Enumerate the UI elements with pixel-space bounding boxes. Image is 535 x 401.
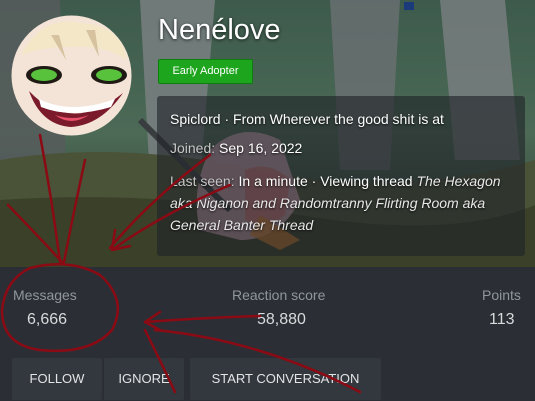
annotation-arrow (110, 183, 232, 252)
annotation-arrow (143, 328, 177, 394)
annotation-arrow (143, 314, 262, 324)
annotation-arrow (153, 328, 362, 394)
annotation-circle (0, 263, 120, 352)
annotation-arrow (62, 158, 87, 264)
red-annotation-overlay (0, 133, 362, 394)
